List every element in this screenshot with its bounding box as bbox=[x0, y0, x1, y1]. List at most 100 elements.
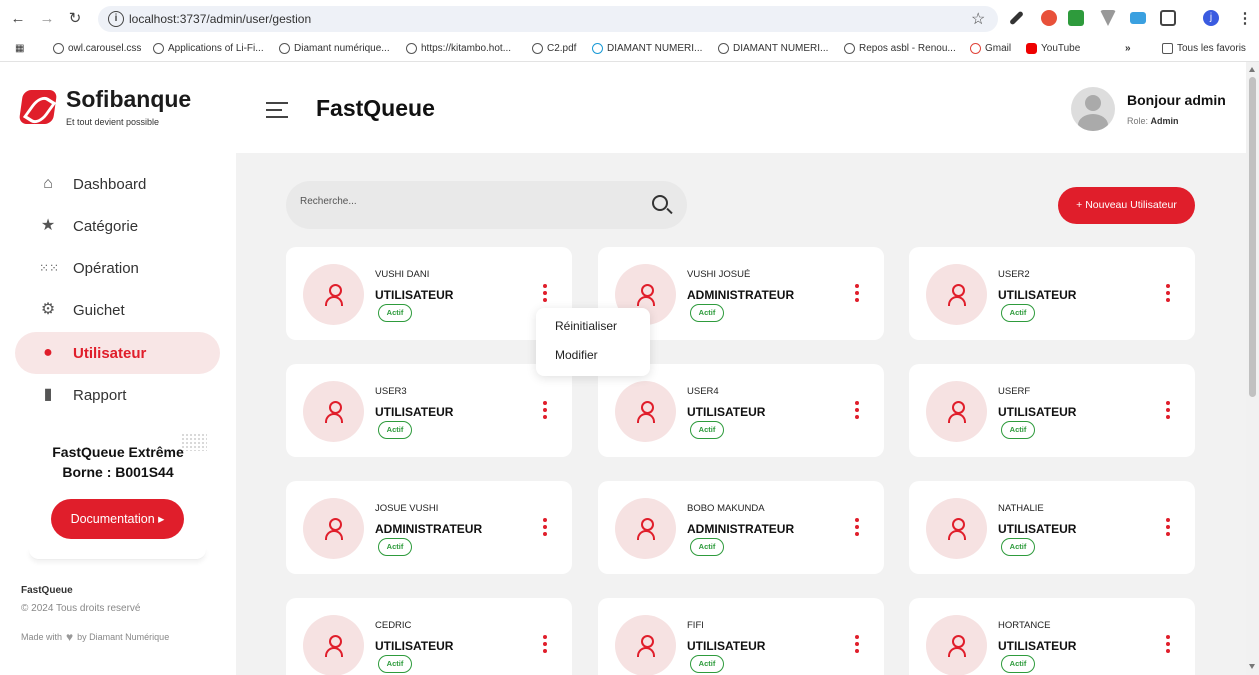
bookmark-item[interactable]: DIAMANT NUMERI... bbox=[592, 43, 702, 54]
eyedropper-icon[interactable] bbox=[1009, 10, 1024, 26]
user-card[interactable]: USER3 UTILISATEUR Actif bbox=[286, 364, 572, 457]
sidebar-item-operation[interactable]: ⁙⁙ Opération bbox=[15, 247, 220, 289]
more-options-icon[interactable] bbox=[1163, 635, 1173, 655]
grid-icon: ⁙⁙ bbox=[39, 261, 60, 275]
back-icon[interactable]: ← bbox=[9, 10, 27, 28]
bookmark-item[interactable]: Applications of Li-Fi... bbox=[153, 43, 264, 54]
user-name: USER4 bbox=[687, 386, 719, 397]
user-name: HORTANCE bbox=[998, 620, 1051, 631]
user-name: CEDRIC bbox=[375, 620, 412, 631]
user-avatar bbox=[303, 498, 364, 559]
more-options-icon[interactable] bbox=[1163, 518, 1173, 538]
sidebar-item-label: Utilisateur bbox=[73, 344, 147, 362]
globe-icon bbox=[406, 43, 417, 54]
browser-menu-icon[interactable]: ⋮ bbox=[1236, 10, 1254, 28]
extension-v-icon[interactable] bbox=[1100, 10, 1116, 26]
user-avatar bbox=[926, 615, 987, 675]
url-text[interactable]: localhost:3737/admin/user/gestion bbox=[129, 12, 311, 26]
search-box[interactable] bbox=[286, 181, 687, 229]
address-bar[interactable]: i localhost:3737/admin/user/gestion ☆ bbox=[98, 6, 998, 32]
user-card[interactable]: BOBO MAKUNDA ADMINISTRATEUR Actif bbox=[598, 481, 884, 574]
extension-shield-icon[interactable] bbox=[1041, 10, 1057, 26]
extension-new-icon[interactable] bbox=[1068, 10, 1084, 26]
heart-icon: ♥ bbox=[66, 630, 74, 644]
user-avatar bbox=[303, 264, 364, 325]
more-options-icon[interactable] bbox=[540, 635, 550, 655]
more-options-icon[interactable] bbox=[1163, 401, 1173, 421]
more-options-icon[interactable] bbox=[540, 284, 550, 304]
extension-list-icon[interactable] bbox=[1130, 12, 1146, 24]
scroll-down-icon[interactable] bbox=[1249, 664, 1255, 669]
gear-icon: ⚙ bbox=[40, 301, 56, 318]
user-role: UTILISATEUR bbox=[998, 522, 1077, 536]
bookmark-item[interactable]: YouTube bbox=[1026, 43, 1080, 54]
search-icon[interactable] bbox=[652, 195, 668, 211]
user-card[interactable]: JOSUE VUSHI ADMINISTRATEUR Actif bbox=[286, 481, 572, 574]
user-avatar bbox=[926, 498, 987, 559]
bookmark-item[interactable]: Repos asbl - Renou... bbox=[844, 43, 956, 54]
menu-toggle-icon[interactable] bbox=[266, 102, 288, 118]
user-role: UTILISATEUR bbox=[375, 405, 454, 419]
status-badge: Actif bbox=[690, 655, 724, 673]
footer-copyright: © 2024 Tous droits reservé bbox=[21, 603, 141, 614]
search-input[interactable] bbox=[300, 196, 630, 207]
user-card[interactable]: FIFI UTILISATEUR Actif bbox=[598, 598, 884, 675]
avatar[interactable] bbox=[1071, 87, 1115, 131]
sidebar-item-rapport[interactable]: ▮ Rapport bbox=[15, 374, 220, 416]
sidebar-item-label: Dashboard bbox=[73, 175, 147, 193]
scroll-up-icon[interactable] bbox=[1249, 67, 1255, 72]
scroll-thumb[interactable] bbox=[1249, 77, 1256, 397]
user-card[interactable]: CEDRIC UTILISATEUR Actif bbox=[286, 598, 572, 675]
bookmark-star-icon[interactable]: ☆ bbox=[971, 9, 985, 29]
sidebar-item-categorie[interactable]: ★ Catégorie bbox=[15, 205, 220, 247]
more-options-icon[interactable] bbox=[540, 401, 550, 421]
bookmark-item[interactable]: C2.pdf bbox=[532, 43, 576, 54]
status-badge: Actif bbox=[1001, 421, 1035, 439]
documentation-button[interactable]: Documentation ▸ bbox=[51, 499, 184, 539]
bookmarks-overflow[interactable]: » bbox=[1125, 43, 1131, 54]
menu-item-edit[interactable]: Modifier bbox=[555, 348, 598, 362]
more-options-icon[interactable] bbox=[540, 518, 550, 538]
menu-item-reset[interactable]: Réinitialiser bbox=[555, 319, 617, 333]
page-scrollbar[interactable] bbox=[1246, 62, 1259, 675]
bookmark-item[interactable]: Gmail bbox=[970, 43, 1011, 54]
user-icon: ● bbox=[43, 344, 53, 361]
extensions-puzzle-icon[interactable] bbox=[1160, 10, 1176, 26]
more-options-icon[interactable] bbox=[852, 635, 862, 655]
status-badge: Actif bbox=[378, 538, 412, 556]
user-card[interactable]: HORTANCE UTILISATEUR Actif bbox=[909, 598, 1195, 675]
apps-grid-icon[interactable]: ▦ bbox=[15, 43, 24, 54]
home-icon: ⌂ bbox=[43, 175, 53, 192]
forward-icon[interactable]: → bbox=[38, 10, 56, 28]
reload-icon[interactable]: ↻ bbox=[66, 10, 84, 28]
sidebar-item-dashboard[interactable]: ⌂ Dashboard bbox=[15, 163, 220, 205]
globe-icon bbox=[718, 43, 729, 54]
user-icon bbox=[325, 284, 343, 306]
user-card[interactable]: USERF UTILISATEUR Actif bbox=[909, 364, 1195, 457]
promo-title: FastQueue Extrême bbox=[52, 444, 184, 460]
user-card[interactable]: NATHALIE UTILISATEUR Actif bbox=[909, 481, 1195, 574]
star-icon: ★ bbox=[40, 217, 56, 234]
more-options-icon[interactable] bbox=[1163, 284, 1173, 304]
user-card[interactable]: USER2 UTILISATEUR Actif bbox=[909, 247, 1195, 340]
user-card[interactable]: USER4 UTILISATEUR Actif bbox=[598, 364, 884, 457]
sidebar-item-utilisateur[interactable]: ● Utilisateur bbox=[15, 332, 220, 374]
user-icon bbox=[637, 284, 655, 306]
more-options-icon[interactable] bbox=[852, 284, 862, 304]
more-options-icon[interactable] bbox=[852, 518, 862, 538]
user-icon bbox=[948, 635, 966, 657]
site-info-icon[interactable]: i bbox=[108, 11, 124, 27]
bookmark-item[interactable]: owl.carousel.css bbox=[53, 43, 141, 54]
add-user-button[interactable]: + Nouveau Utilisateur bbox=[1058, 187, 1195, 224]
profile-avatar[interactable]: j bbox=[1203, 10, 1219, 26]
all-bookmarks[interactable]: Tous les favoris bbox=[1162, 43, 1246, 54]
bookmark-item[interactable]: Diamant numérique... bbox=[279, 43, 390, 54]
folder-icon bbox=[1162, 43, 1173, 54]
sidebar-item-guichet[interactable]: ⚙ Guichet bbox=[15, 289, 220, 331]
user-name: NATHALIE bbox=[998, 503, 1044, 514]
more-options-icon[interactable] bbox=[852, 401, 862, 421]
user-card[interactable]: VUSHI DANI UTILISATEUR Actif bbox=[286, 247, 572, 340]
bookmark-item[interactable]: DIAMANT NUMERI... bbox=[718, 43, 828, 54]
user-role: ADMINISTRATEUR bbox=[687, 522, 795, 536]
bookmark-item[interactable]: https://kitambo.hot... bbox=[406, 43, 511, 54]
